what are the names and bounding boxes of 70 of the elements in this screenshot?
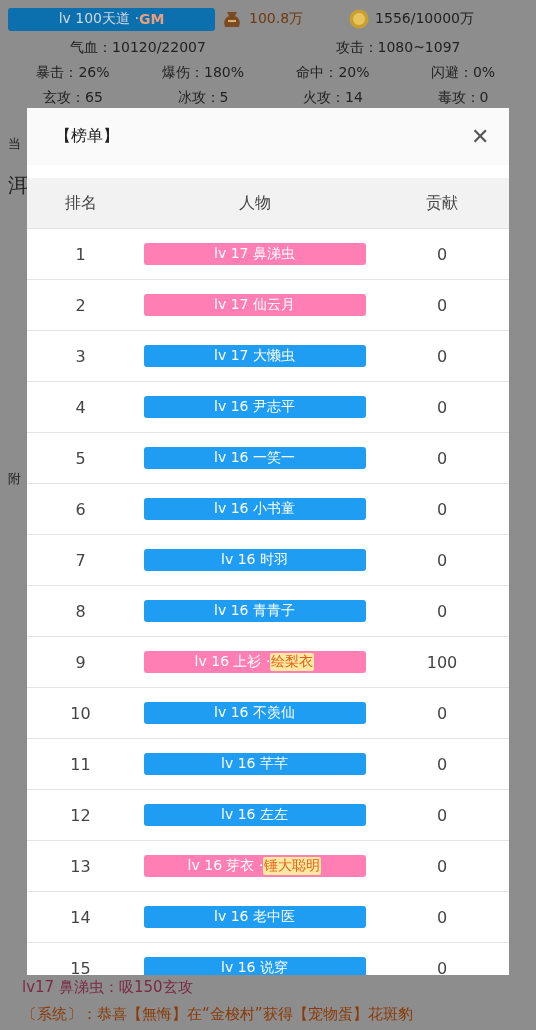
coin-icon [349, 9, 370, 29]
rank-cell: 11 [70, 754, 91, 774]
player-name-tag[interactable]: lv 16 青青子 [143, 600, 366, 622]
bag-amount: 100.8万 [249, 10, 304, 28]
background-text: 当 [8, 135, 21, 153]
close-button[interactable]: ✕ [471, 123, 489, 150]
rank-cell: 10 [70, 703, 91, 723]
dialog-title: 【榜单】 [55, 126, 119, 147]
stat-text: 闪避：0% [430, 63, 496, 82]
stat-text: 冰攻：5 [177, 88, 229, 107]
score-cell: 0 [436, 499, 448, 519]
rank-cell: 14 [70, 907, 91, 927]
rank-cell: 8 [75, 601, 86, 621]
column-header: 贡献 [426, 192, 458, 214]
stat-text: 玄攻：65 [43, 88, 103, 107]
score-cell: 0 [436, 448, 448, 468]
stat-text: 气血：10120/22007 [70, 38, 206, 57]
score-cell: 0 [436, 601, 448, 621]
player-name-tag[interactable]: lv 16 尹志平 [143, 396, 366, 418]
rank-cell: 13 [70, 856, 91, 876]
player-name-tag[interactable]: lv 16 芊芊 [143, 753, 366, 775]
background-text: 洱 [8, 172, 28, 199]
treasure-bag-icon [221, 9, 243, 29]
player-name-tag[interactable]: lv 17 鼻涕虫 [143, 243, 366, 265]
rank-cell: 5 [75, 448, 86, 468]
background-text: 附 [8, 470, 21, 488]
player-level-badge: lv 100天道 ·GM [8, 7, 215, 31]
stat-text: 火攻：14 [303, 88, 363, 107]
score-cell: 0 [436, 703, 448, 723]
chat-log-line: lv17 鼻涕虫：吸150玄攻 [22, 978, 193, 997]
rank-cell: 2 [75, 295, 86, 315]
score-cell: 0 [436, 346, 448, 366]
player-name-tag[interactable]: lv 17 大懒虫 [143, 345, 366, 367]
player-name-tag[interactable]: lv 16 老中医 [143, 906, 366, 928]
stat-text: 暴击：26% [36, 63, 110, 82]
score-cell: 0 [436, 754, 448, 774]
player-name-tag[interactable]: lv 16 小书童 [143, 498, 366, 520]
rank-cell: 15 [70, 958, 91, 975]
rank-cell: 6 [75, 499, 86, 519]
stat-text: 爆伤：180% [162, 63, 244, 82]
rank-cell: 1 [75, 244, 86, 264]
column-header: 人物 [238, 192, 271, 214]
player-name-tag[interactable]: lv 16 时羽 [143, 549, 366, 571]
score-cell: 0 [436, 550, 448, 570]
coin-amount: 1556/10000万 [375, 10, 474, 28]
player-name-tag[interactable]: lv 16 说穿 [143, 957, 366, 975]
rank-cell: 9 [75, 652, 86, 672]
score-cell: 0 [436, 805, 448, 825]
score-cell: 0 [436, 856, 448, 876]
player-name-tag[interactable]: lv 17 仙云月 [143, 294, 366, 316]
player-name-tag[interactable]: lv 16 左左 [143, 804, 366, 826]
chat-log-line: 〔系统〕：恭喜【無悔】在“金梭村”获得【宠物蛋】花斑豹 [22, 1005, 413, 1024]
stat-text: 攻击：1080~1097 [335, 38, 461, 57]
score-cell: 0 [436, 958, 448, 975]
score-cell: 0 [436, 397, 448, 417]
player-name-tag[interactable]: lv 16 一笑一 [143, 447, 366, 469]
score-cell: 0 [436, 244, 448, 264]
player-name-tag[interactable]: lv 16 上衫 ·绘梨衣 [143, 651, 366, 673]
rank-cell: 4 [75, 397, 86, 417]
player-name-tag[interactable]: lv 16 芽衣 ·锤大聪明 [143, 855, 366, 877]
score-cell: 0 [436, 295, 448, 315]
column-header: 排名 [64, 192, 97, 214]
rank-cell: 12 [70, 805, 91, 825]
player-name-tag[interactable]: lv 16 不羡仙 [143, 702, 366, 724]
stat-text: 毒攻：0 [437, 88, 489, 107]
rank-cell: 3 [75, 346, 86, 366]
rank-cell: 7 [75, 550, 86, 570]
stat-text: 命中：20% [296, 63, 370, 82]
score-cell: 100 [426, 652, 458, 672]
score-cell: 0 [436, 907, 448, 927]
